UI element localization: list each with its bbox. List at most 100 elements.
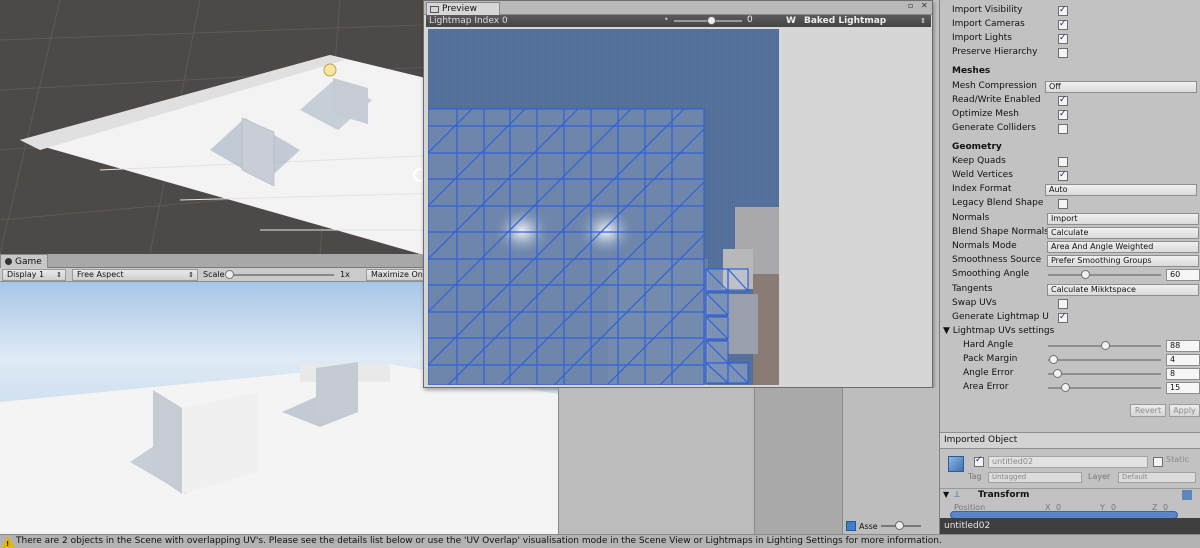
dropdown-arrow-icon: ⇕ bbox=[56, 271, 62, 279]
normals-value: Import bbox=[1051, 214, 1078, 223]
mode-w-label: W bbox=[786, 16, 796, 26]
pack-margin-field[interactable]: 4 bbox=[1166, 354, 1200, 366]
tangents-dropdown[interactable]: Calculate Mikktspace bbox=[1047, 284, 1199, 296]
smoothness-source-dropdown[interactable]: Prefer Smoothing Groups bbox=[1047, 255, 1199, 267]
hierarchy-panel[interactable] bbox=[558, 388, 754, 534]
keep-quads-checkbox[interactable] bbox=[1058, 157, 1068, 167]
asset-size-slider[interactable] bbox=[880, 521, 921, 530]
preserve-hierarchy-checkbox[interactable] bbox=[1058, 48, 1068, 58]
angle-error-label: Angle Error bbox=[963, 368, 1014, 378]
layer-label: Layer bbox=[1088, 472, 1111, 481]
preview-tab-label: Preview bbox=[442, 4, 478, 14]
object-name-field[interactable]: untitled02 bbox=[988, 456, 1148, 468]
asset-label-name: untitled02 bbox=[944, 521, 991, 531]
hard-angle-knob[interactable] bbox=[1100, 341, 1110, 350]
hard-angle-value: 88 bbox=[1170, 341, 1181, 350]
tag-dropdown[interactable]: Untagged bbox=[988, 472, 1082, 483]
tab-game[interactable]: Game bbox=[0, 254, 48, 268]
warning-icon bbox=[2, 536, 14, 548]
pack-margin-value: 4 bbox=[1170, 355, 1176, 364]
hard-angle-field[interactable]: 88 bbox=[1166, 340, 1200, 352]
blend-shape-normals-dropdown[interactable]: Calculate bbox=[1047, 227, 1199, 239]
area-error-value: 15 bbox=[1170, 383, 1181, 392]
exposure-dot-icon: • bbox=[664, 15, 669, 24]
smoothing-angle-value: 60 bbox=[1170, 270, 1181, 279]
scale-label: Scale bbox=[203, 270, 225, 279]
smoothness-source-row: Smoothness Source Prefer Smoothing Group… bbox=[952, 254, 1200, 267]
geometry-header: Geometry bbox=[952, 142, 1002, 152]
generate-colliders-label: Generate Colliders bbox=[952, 123, 1036, 133]
angle-error-slider[interactable] bbox=[1048, 373, 1161, 375]
close-icon[interactable]: ✕ bbox=[921, 1, 928, 11]
pack-margin-label: Pack Margin bbox=[963, 354, 1018, 364]
scale-slider-knob[interactable] bbox=[225, 270, 234, 279]
angle-error-field[interactable]: 8 bbox=[1166, 368, 1200, 380]
mode-label: Baked Lightmap bbox=[804, 16, 887, 26]
legacy-blend-checkbox[interactable] bbox=[1058, 199, 1068, 209]
asset-size-control: Asse bbox=[846, 520, 921, 532]
angle-error-row: Angle Error 8 bbox=[963, 367, 1200, 380]
preview-window: Preview ▫ ✕ Lightmap Index 0 • 0 W Baked… bbox=[423, 0, 933, 388]
tab-preview[interactable]: Preview bbox=[426, 2, 500, 15]
context-menu-icon[interactable]: ▫ bbox=[908, 1, 913, 11]
tangents-row: Tangents Calculate Mikktspace bbox=[952, 283, 1200, 296]
read-write-label: Read/Write Enabled bbox=[952, 95, 1041, 105]
read-write-checkbox[interactable] bbox=[1058, 94, 1068, 107]
lightmap-uvs-settings-label: Lightmap UVs settings bbox=[952, 326, 1055, 336]
scale-slider-track[interactable] bbox=[228, 274, 334, 276]
mesh-compression-dropdown[interactable]: Off bbox=[1045, 81, 1197, 93]
console-status-bar[interactable]: There are 2 objects in the Scene with ov… bbox=[0, 534, 1200, 548]
generate-colliders-checkbox[interactable] bbox=[1058, 124, 1068, 134]
keep-quads-row: Keep Quads bbox=[952, 155, 1192, 168]
smoothing-angle-label: Smoothing Angle bbox=[952, 269, 1030, 279]
normals-dropdown[interactable]: Import bbox=[1047, 213, 1199, 225]
inspector-panel: Import Visibility Import Cameras Import … bbox=[939, 0, 1200, 534]
lightmap-index-label: Lightmap Index 0 bbox=[429, 16, 508, 26]
optimize-mesh-checkbox[interactable] bbox=[1058, 108, 1068, 121]
display-value: Display 1 bbox=[7, 270, 45, 279]
swap-uvs-checkbox[interactable] bbox=[1058, 299, 1068, 309]
lightmap-preview-canvas[interactable] bbox=[428, 29, 779, 385]
dropdown-arrow-icon: ⇕ bbox=[188, 271, 194, 279]
project-assets-panel[interactable] bbox=[842, 388, 938, 534]
weld-vertices-checkbox[interactable] bbox=[1058, 169, 1068, 182]
lightmap-uvs-settings-foldout[interactable]: ▼ Lightmap UVs settings bbox=[943, 325, 1183, 338]
angle-error-knob[interactable] bbox=[1053, 369, 1063, 378]
normals-mode-row: Normals Mode Area And Angle Weighted bbox=[952, 240, 1200, 253]
area-error-field[interactable]: 15 bbox=[1166, 382, 1200, 394]
object-active-checkbox[interactable] bbox=[974, 455, 984, 467]
import-cameras-checkbox[interactable] bbox=[1058, 18, 1068, 31]
lightmap-index-field[interactable]: 0 bbox=[744, 15, 778, 26]
weld-vertices-label: Weld Vertices bbox=[952, 170, 1013, 180]
smoothing-angle-knob[interactable] bbox=[1081, 270, 1091, 279]
pack-margin-knob[interactable] bbox=[1048, 355, 1058, 364]
revert-button[interactable]: Revert bbox=[1130, 404, 1166, 417]
apply-button[interactable]: Apply bbox=[1169, 404, 1200, 417]
import-visibility-checkbox[interactable] bbox=[1058, 4, 1068, 17]
help-book-icon[interactable] bbox=[1182, 490, 1192, 500]
static-checkbox[interactable] bbox=[1153, 457, 1163, 467]
pack-margin-slider[interactable] bbox=[1048, 359, 1161, 361]
mesh-compression-label: Mesh Compression bbox=[952, 81, 1037, 91]
area-error-knob[interactable] bbox=[1060, 383, 1070, 392]
layer-value: Default bbox=[1122, 473, 1148, 481]
smoothing-angle-slider[interactable] bbox=[1048, 274, 1161, 276]
layer-dropdown[interactable]: Default bbox=[1118, 472, 1196, 483]
smoothing-angle-field[interactable]: 60 bbox=[1166, 269, 1200, 281]
generate-lightmap-checkbox[interactable] bbox=[1058, 311, 1068, 324]
aspect-dropdown[interactable]: Free Aspect ⇕ bbox=[72, 269, 198, 281]
static-label: Static bbox=[1166, 455, 1189, 464]
index-format-dropdown[interactable]: Auto bbox=[1045, 184, 1197, 196]
asset-size-knob[interactable] bbox=[894, 521, 904, 530]
project-folders-panel[interactable] bbox=[754, 388, 842, 534]
tag-label: Tag bbox=[968, 472, 982, 481]
import-lights-label: Import Lights bbox=[952, 33, 1012, 43]
import-lights-checkbox[interactable] bbox=[1058, 32, 1068, 45]
lightmap-mode-dropdown[interactable]: W Baked Lightmap ⇕ bbox=[781, 15, 931, 27]
exposure-slider-knob[interactable] bbox=[707, 16, 716, 25]
normals-mode-dropdown[interactable]: Area And Angle Weighted bbox=[1047, 241, 1199, 253]
foldout-arrow-icon: ▼ bbox=[943, 490, 950, 499]
display-dropdown[interactable]: Display 1 ⇕ bbox=[2, 269, 66, 281]
transform-component-header[interactable]: ▼ ⟂ Transform bbox=[940, 488, 1200, 502]
imported-object-area: untitled02 Static Tag Untagged Layer Def… bbox=[940, 450, 1200, 486]
